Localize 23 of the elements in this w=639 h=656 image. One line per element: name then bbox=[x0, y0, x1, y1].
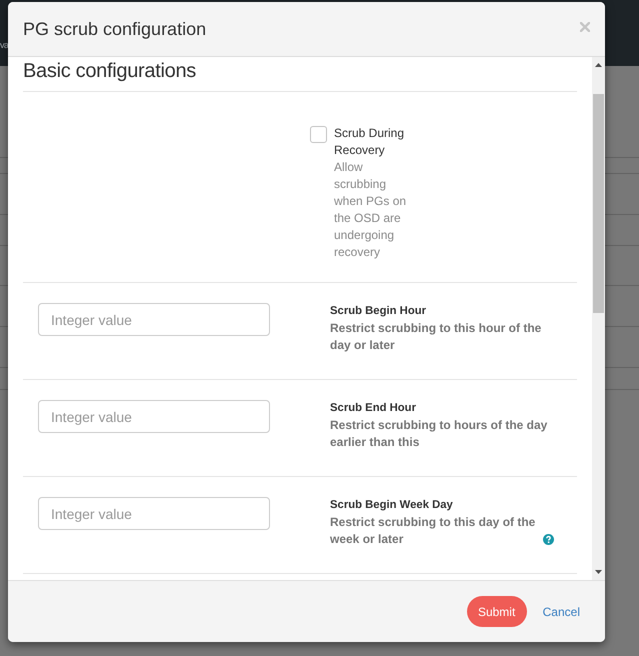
field-description: Restrict scrubbing to this day of the week or later bbox=[330, 514, 536, 548]
submit-button[interactable]: Submit bbox=[466, 596, 527, 627]
field-description: Allow scrubbing when PGs on the OSD are undergoing recovery bbox=[334, 159, 408, 261]
checkbox-label[interactable]: Scrub During Recovery bbox=[334, 125, 410, 159]
section-title: Basic configurations bbox=[23, 59, 196, 83]
input-field[interactable]: Integer value bbox=[38, 497, 270, 530]
close-button[interactable] bbox=[580, 22, 590, 32]
scroll-down-icon[interactable] bbox=[595, 570, 602, 574]
close-icon bbox=[580, 22, 590, 32]
help-icon[interactable] bbox=[543, 534, 554, 545]
dialog-title: PG scrub configuration bbox=[23, 18, 206, 40]
field-description: Restrict scrubbing to this hour of the day or later bbox=[330, 321, 542, 352]
input-field[interactable]: Integer value bbox=[38, 400, 270, 433]
scrollbar-track[interactable] bbox=[592, 57, 605, 580]
field-label: Scrub Begin Week Day bbox=[330, 498, 454, 513]
cancel-link[interactable]: Cancel bbox=[532, 598, 590, 624]
field-description: Restrict scrubbing to hours of the day earlier than this bbox=[330, 418, 548, 449]
scrollbar-thumb[interactable] bbox=[593, 94, 604, 313]
input-field[interactable]: Integer value bbox=[38, 303, 270, 336]
field-label: Scrub End Hour bbox=[330, 401, 417, 416]
checkbox[interactable] bbox=[310, 126, 327, 143]
navbar-text: va bbox=[0, 40, 8, 51]
field-label: Scrub Begin Hour bbox=[330, 304, 428, 319]
